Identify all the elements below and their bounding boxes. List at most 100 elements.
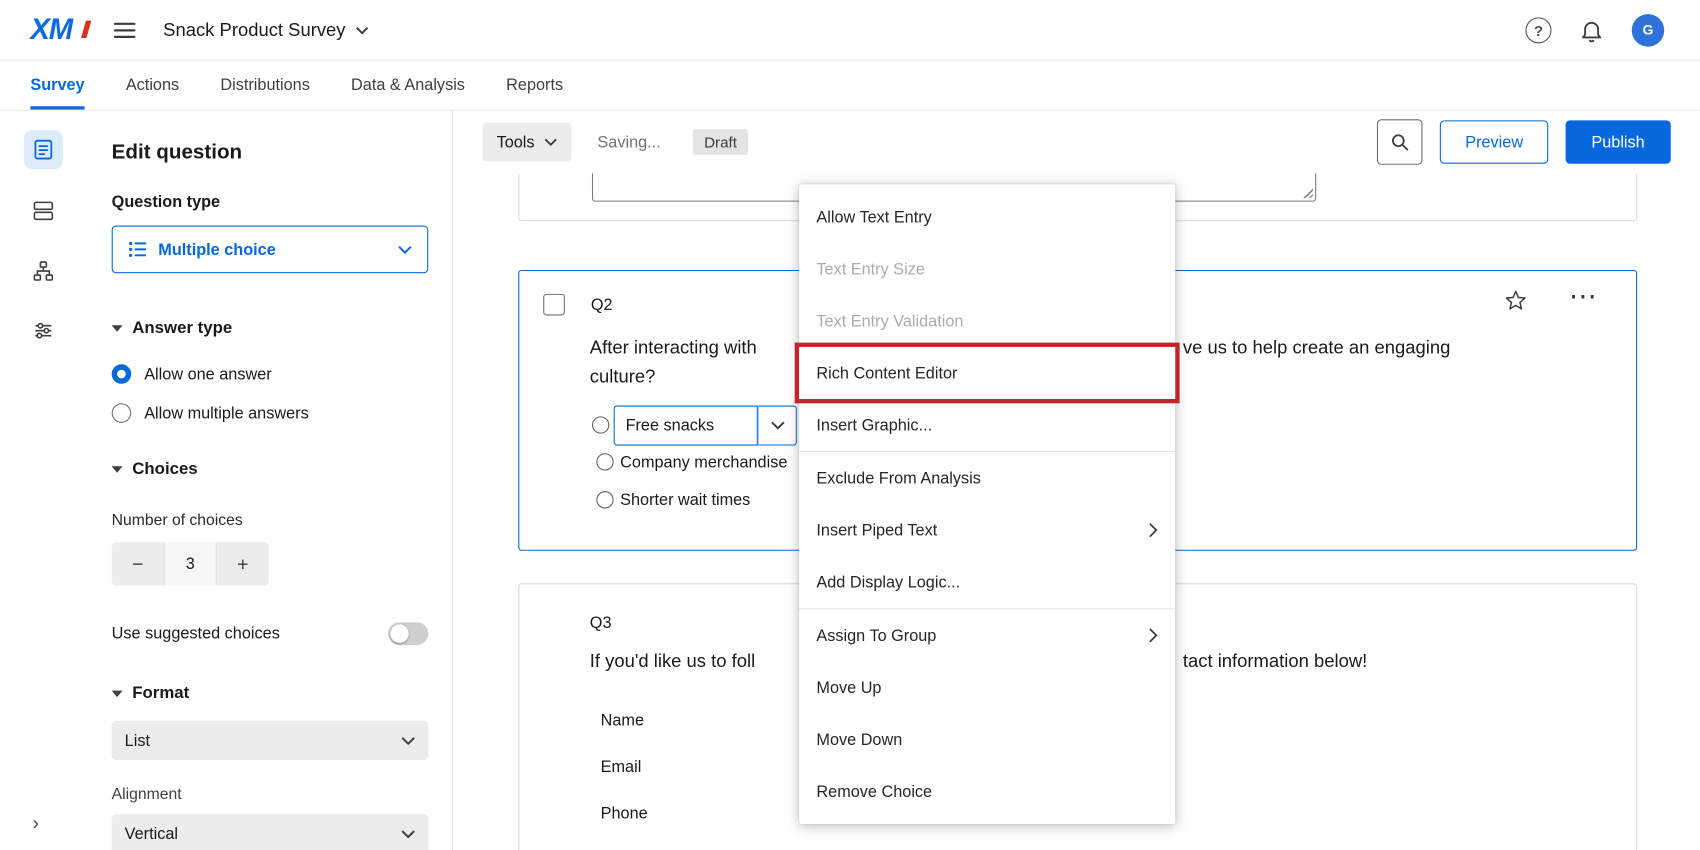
number-of-choices-label: Number of choices: [112, 512, 429, 529]
choice-context-menu: Allow Text Entry Text Entry Size Text En…: [799, 184, 1175, 824]
answer-type-label: Answer type: [132, 319, 232, 339]
q2-question-text-left[interactable]: After interacting with: [590, 334, 757, 362]
alignment-dropdown[interactable]: Vertical: [112, 814, 429, 850]
choices-section-header[interactable]: Choices: [112, 460, 429, 480]
editor-toolbar: Tools Saving... Draft Preview Publish: [453, 111, 1700, 174]
q3-field-name-label[interactable]: Name: [601, 711, 644, 729]
preview-button[interactable]: Preview: [1440, 120, 1548, 163]
qualtrics-survey-editor: XM Snack Product Survey ? G Survey Actio…: [0, 0, 1700, 850]
menu-item-allow-text-entry[interactable]: Allow Text Entry: [799, 191, 1175, 243]
chevron-down-icon: [398, 244, 412, 254]
increment-button[interactable]: +: [217, 542, 269, 585]
tab-survey[interactable]: Survey: [30, 61, 84, 110]
menu-item-text-entry-validation: Text Entry Validation: [799, 295, 1175, 347]
tools-button[interactable]: Tools: [482, 123, 571, 162]
q2-choice1-options-button[interactable]: [758, 405, 797, 445]
radio-icon: [112, 403, 132, 423]
survey-options-icon[interactable]: [24, 311, 63, 350]
answer-option-one[interactable]: Allow one answer: [112, 364, 429, 384]
q2-choice3-label[interactable]: Shorter wait times: [620, 491, 750, 509]
top-header: XM Snack Product Survey ? G: [0, 0, 1700, 61]
tab-actions[interactable]: Actions: [126, 61, 179, 110]
q3-question-text-left[interactable]: If you'd like us to foll: [590, 647, 755, 675]
q2-choice1-radio[interactable]: [592, 416, 609, 433]
panel-title: Edit question: [112, 141, 429, 165]
tab-reports[interactable]: Reports: [506, 61, 563, 110]
q2-question-text-right[interactable]: ve us to help create an engaging: [1183, 334, 1450, 362]
tools-button-label: Tools: [497, 133, 535, 151]
help-icon[interactable]: ?: [1525, 17, 1551, 43]
q3-field-email-label[interactable]: Email: [601, 758, 642, 776]
publish-button[interactable]: Publish: [1565, 120, 1670, 163]
menu-item-rich-content-editor[interactable]: Rich Content Editor: [799, 347, 1175, 399]
q2-choice2-label[interactable]: Company merchandise: [620, 453, 787, 471]
suggested-choices-toggle[interactable]: [388, 622, 428, 645]
menu-item-text-entry-size: Text Entry Size: [799, 243, 1175, 295]
answer-option-multiple-label: Allow multiple answers: [144, 404, 309, 422]
menu-item-insert-piped-text[interactable]: Insert Piped Text: [799, 504, 1175, 556]
survey-flow-icon[interactable]: [24, 252, 63, 291]
q3-field-phone-label[interactable]: Phone: [601, 804, 648, 822]
favorite-star-icon[interactable]: [1504, 288, 1528, 312]
choices-label: Choices: [132, 460, 197, 480]
hamburger-menu-icon[interactable]: [113, 22, 135, 37]
q2-choice3-radio[interactable]: [596, 491, 613, 508]
menu-item-assign-to-group[interactable]: Assign To Group: [799, 609, 1175, 661]
menu-item-assign-to-group-label: Assign To Group: [816, 626, 936, 644]
q2-question-text-line2[interactable]: culture?: [590, 363, 656, 391]
caret-down-icon: [112, 466, 123, 473]
format-value: List: [125, 731, 150, 749]
edit-question-panel: Edit question Question type Multiple cho…: [87, 111, 453, 850]
survey-title: Snack Product Survey: [163, 19, 345, 41]
format-section-header[interactable]: Format: [112, 684, 429, 704]
decrement-button[interactable]: −: [112, 542, 164, 585]
q2-choice2-radio[interactable]: [596, 453, 613, 470]
format-label: Format: [132, 684, 189, 704]
q2-choice1-input[interactable]: [614, 405, 758, 445]
avatar[interactable]: G: [1632, 14, 1665, 47]
xm-logo[interactable]: XM: [30, 15, 72, 44]
header-actions: ? G: [1525, 14, 1664, 47]
list-bullets-icon: [128, 240, 148, 260]
question-type-label: Question type: [112, 193, 429, 211]
choices-count-stepper: − 3 +: [112, 542, 269, 585]
left-icon-rail: ›: [0, 111, 87, 850]
q2-id-label: Q2: [591, 296, 613, 314]
q3-question-text-right[interactable]: tact information below!: [1183, 647, 1367, 675]
tab-data-analysis[interactable]: Data & Analysis: [351, 61, 465, 110]
caret-down-icon: [112, 325, 123, 332]
more-options-icon[interactable]: ⋯: [1569, 280, 1598, 314]
chevron-down-icon: [401, 829, 415, 839]
survey-title-dropdown[interactable]: Snack Product Survey: [163, 19, 368, 41]
q3-id-label: Q3: [590, 614, 612, 632]
menu-item-move-down[interactable]: Move Down: [799, 713, 1175, 765]
menu-item-exclude-from-analysis[interactable]: Exclude From Analysis: [799, 452, 1175, 504]
format-dropdown[interactable]: List: [112, 721, 429, 760]
blocks-icon[interactable]: [24, 191, 63, 230]
chevron-down-icon: [770, 421, 784, 431]
primary-nav: Survey Actions Distributions Data & Anal…: [0, 61, 1700, 111]
radio-selected-icon: [112, 364, 132, 384]
menu-item-add-display-logic[interactable]: Add Display Logic...: [799, 556, 1175, 608]
answer-type-section-header[interactable]: Answer type: [112, 319, 429, 339]
notifications-bell-icon[interactable]: [1579, 17, 1605, 43]
saving-status-text: Saving...: [597, 133, 660, 151]
chevron-down-icon: [355, 25, 368, 34]
menu-item-remove-choice[interactable]: Remove Choice: [799, 765, 1175, 817]
draft-status-badge: Draft: [693, 129, 748, 155]
tab-distributions[interactable]: Distributions: [220, 61, 309, 110]
question-type-dropdown[interactable]: Multiple choice: [112, 226, 429, 274]
answer-option-multiple[interactable]: Allow multiple answers: [112, 403, 429, 423]
chevron-right-icon: [1148, 523, 1158, 538]
builder-icon[interactable]: [24, 130, 63, 169]
answer-option-one-label: Allow one answer: [144, 365, 271, 383]
menu-item-insert-graphic[interactable]: Insert Graphic...: [799, 399, 1175, 451]
toolbar-actions: Preview Publish: [1377, 119, 1670, 165]
search-button[interactable]: [1377, 119, 1423, 165]
q2-select-checkbox[interactable]: [543, 294, 565, 316]
resize-grip-icon[interactable]: [1301, 186, 1313, 198]
chevron-right-icon: [1148, 628, 1158, 643]
expand-rail-chevron-icon[interactable]: ›: [33, 812, 40, 835]
chevron-down-icon: [401, 736, 415, 746]
menu-item-move-up[interactable]: Move Up: [799, 661, 1175, 713]
